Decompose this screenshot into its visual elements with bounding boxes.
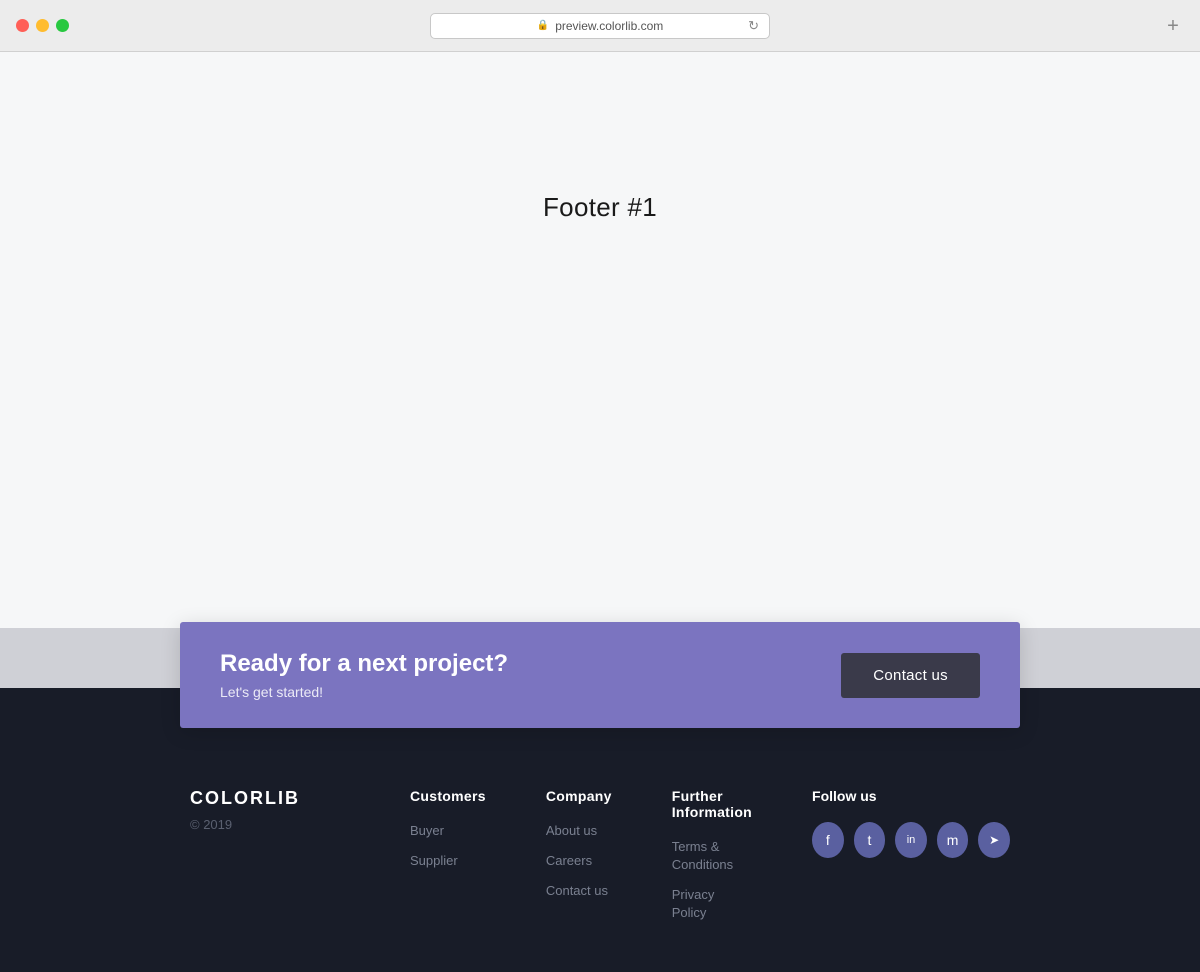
- maximize-button[interactable]: [56, 19, 69, 32]
- cta-text: Ready for a next project? Let's get star…: [220, 650, 508, 700]
- customers-heading: Customers: [410, 788, 486, 804]
- footer-col-company: Company About us Careers Contact us: [546, 788, 612, 922]
- footer-col-further-info: Further Information Terms & Conditions P…: [672, 788, 752, 922]
- browser-chrome: 🔒 preview.colorlib.com ↻ +: [0, 0, 1200, 52]
- reload-icon[interactable]: ↻: [748, 18, 759, 34]
- company-list: About us Careers Contact us: [546, 822, 612, 900]
- list-item: Privacy Policy: [672, 886, 752, 922]
- cta-banner: Ready for a next project? Let's get star…: [180, 622, 1020, 728]
- footer-inner: COLORLIB © 2019 Customers Buyer Supplier…: [170, 788, 1030, 922]
- list-item: Contact us: [546, 882, 612, 900]
- traffic-lights: [16, 19, 69, 32]
- cta-contact-button[interactable]: Contact us: [841, 653, 980, 698]
- further-info-heading: Further Information: [672, 788, 752, 820]
- footer-col-customers: Customers Buyer Supplier: [410, 788, 486, 922]
- linkedin-icon[interactable]: in: [895, 822, 927, 858]
- footer-logo: COLORLIB: [190, 788, 350, 809]
- new-tab-button[interactable]: +: [1162, 15, 1184, 37]
- company-heading: Company: [546, 788, 612, 804]
- close-button[interactable]: [16, 19, 29, 32]
- terms-conditions-link[interactable]: Terms & Conditions: [672, 839, 733, 872]
- footer-columns: Customers Buyer Supplier Company About u…: [410, 788, 752, 922]
- careers-link[interactable]: Careers: [546, 853, 592, 868]
- page-content: Footer #1 Ready for a next project? Let'…: [0, 52, 1200, 972]
- buyer-link[interactable]: Buyer: [410, 823, 444, 838]
- list-item: Careers: [546, 852, 612, 870]
- medium-icon[interactable]: m: [937, 822, 969, 858]
- footer: COLORLIB © 2019 Customers Buyer Supplier…: [0, 688, 1200, 972]
- url-text: preview.colorlib.com: [555, 19, 663, 33]
- list-item: Supplier: [410, 852, 486, 870]
- footer-brand: COLORLIB © 2019: [190, 788, 350, 832]
- list-item: Buyer: [410, 822, 486, 840]
- telegram-icon[interactable]: ➤: [978, 822, 1010, 858]
- list-item: About us: [546, 822, 612, 840]
- cta-banner-wrapper: Ready for a next project? Let's get star…: [180, 622, 1020, 728]
- twitter-icon[interactable]: t: [854, 822, 886, 858]
- list-item: Terms & Conditions: [672, 838, 752, 874]
- follow-us-heading: Follow us: [812, 788, 1010, 804]
- contact-us-link[interactable]: Contact us: [546, 883, 608, 898]
- facebook-icon[interactable]: f: [812, 822, 844, 858]
- page-title: Footer #1: [543, 192, 657, 223]
- lock-icon: 🔒: [537, 20, 549, 31]
- address-bar[interactable]: 🔒 preview.colorlib.com ↻: [430, 13, 770, 39]
- cta-heading: Ready for a next project?: [220, 650, 508, 678]
- social-icons: f t in m ➤: [812, 822, 1010, 858]
- about-us-link[interactable]: About us: [546, 823, 597, 838]
- further-info-list: Terms & Conditions Privacy Policy: [672, 838, 752, 922]
- cta-subtext: Let's get started!: [220, 684, 508, 700]
- privacy-policy-link[interactable]: Privacy Policy: [672, 887, 715, 920]
- footer-social: Follow us f t in m ➤: [812, 788, 1010, 858]
- customers-list: Buyer Supplier: [410, 822, 486, 870]
- main-area: Footer #1 Ready for a next project? Let'…: [0, 52, 1200, 688]
- supplier-link[interactable]: Supplier: [410, 853, 458, 868]
- minimize-button[interactable]: [36, 19, 49, 32]
- footer-copyright: © 2019: [190, 817, 350, 832]
